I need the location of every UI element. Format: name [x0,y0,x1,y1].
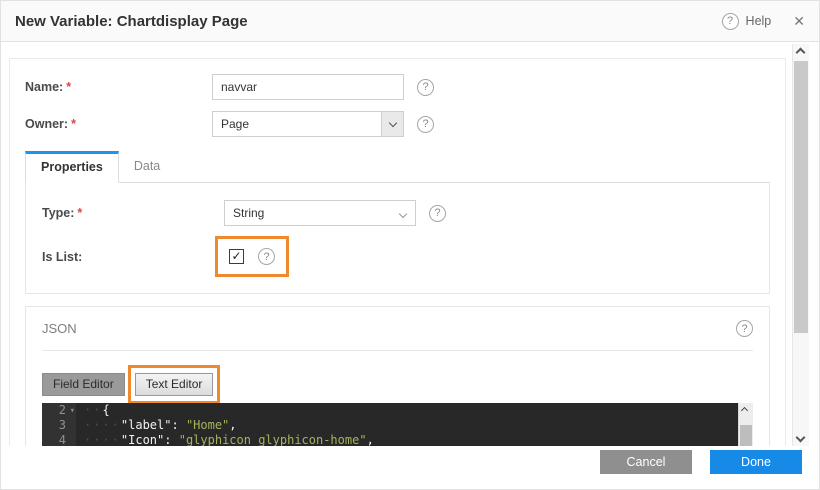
json-code-editor[interactable]: 2▾ ··{ 3 ····"label": "Home", 4 ····"Ico… [42,403,753,448]
form-panel: Name:* ? Owner:* Page ? Properties Data … [9,58,786,448]
dialog-header: New Variable: Chartdisplay Page ? Help ✕ [1,1,819,42]
help-icon[interactable]: ? [722,13,739,30]
required-asterisk: * [66,80,71,94]
editor-scrollbar-thumb[interactable] [740,425,752,448]
owner-help-icon[interactable]: ? [417,116,434,133]
cancel-button[interactable]: Cancel [600,450,692,474]
code-line: 2▾ ··{ [42,403,753,418]
required-asterisk: * [77,206,82,220]
properties-tab-content: Type:* String ? Is List: ✓ ? [25,183,770,294]
owner-selected-value: Page [213,117,249,131]
name-input[interactable] [212,74,404,100]
header-actions: ? Help ✕ [722,13,805,30]
chevron-down-icon [388,118,396,126]
is-list-label: Is List: [42,250,215,264]
fold-caret-icon[interactable]: ▾ [70,404,75,419]
tab-data[interactable]: Data [119,151,175,182]
tab-properties[interactable]: Properties [25,151,119,183]
editor-scrollbar[interactable] [738,403,753,448]
json-help-icon[interactable]: ? [736,320,753,337]
dialog-scrollbar-thumb[interactable] [794,61,808,333]
type-selected-value: String [225,206,264,220]
is-list-row: Is List: ✓ ? [42,236,753,277]
scroll-up-icon[interactable] [741,407,748,414]
check-icon: ✓ [231,249,241,263]
type-help-icon[interactable]: ? [429,205,446,222]
owner-row: Owner:* Page ? [25,111,770,137]
type-row: Type:* String ? [42,200,753,226]
tab-bar: Properties Data [25,151,770,183]
json-divider [42,350,753,351]
dialog-scrollbar[interactable] [792,44,809,446]
scroll-down-icon[interactable] [796,433,806,443]
name-label: Name:* [25,80,212,94]
help-link[interactable]: Help [746,14,772,28]
json-section: JSON ? Field Editor Text Editor 2▾ ··{ [25,306,770,448]
text-editor-highlight: Text Editor [128,365,221,404]
json-section-title: JSON [42,321,77,336]
is-list-checkbox[interactable]: ✓ [229,249,244,264]
new-variable-dialog: New Variable: Chartdisplay Page ? Help ✕… [0,0,820,490]
owner-select[interactable]: Page [212,111,404,137]
scroll-up-icon[interactable] [796,48,806,58]
json-header: JSON ? [42,320,753,337]
text-editor-button[interactable]: Text Editor [135,373,214,396]
done-button[interactable]: Done [710,450,802,474]
is-list-highlight: ✓ ? [215,236,289,277]
type-select[interactable]: String [224,200,416,226]
close-icon[interactable]: ✕ [793,13,805,30]
editor-toggle-group: Field Editor Text Editor [42,363,753,405]
dialog-footer: Cancel Done [1,446,819,489]
owner-dropdown-button[interactable] [381,112,403,136]
required-asterisk: * [71,117,76,131]
name-help-icon[interactable]: ? [417,79,434,96]
name-row: Name:* ? [25,74,770,100]
code-line: 3 ····"label": "Home", [42,418,753,433]
dialog-title: New Variable: Chartdisplay Page [15,13,248,30]
is-list-help-icon[interactable]: ? [258,248,275,265]
owner-label: Owner:* [25,117,212,131]
chevron-down-icon [399,210,407,218]
dialog-body: Name:* ? Owner:* Page ? Properties Data … [1,42,819,448]
type-label: Type:* [42,206,224,220]
field-editor-button[interactable]: Field Editor [42,373,125,396]
